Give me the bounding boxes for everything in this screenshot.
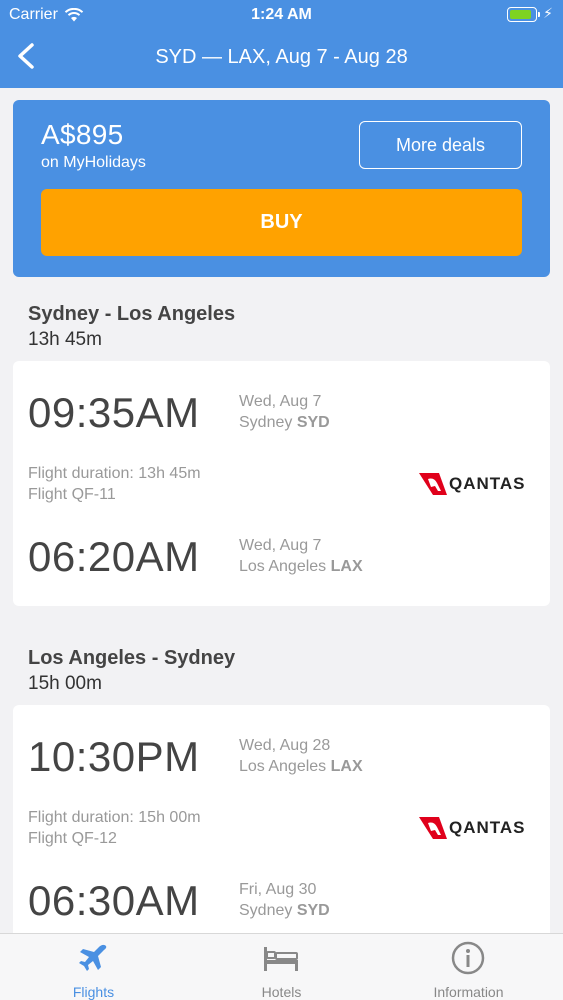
tab-information[interactable]: Information: [375, 934, 562, 1000]
outbound-arrive-place: Los Angeles LAX: [239, 558, 363, 575]
inbound-depart-date: Wed, Aug 28: [239, 737, 331, 754]
airline-logo: QANTAS: [419, 471, 537, 497]
tab-bar: Flights Hotels Information: [0, 933, 563, 1000]
inbound-route-title: Los Angeles - Sydney: [28, 647, 236, 669]
inbound-arrive-place: Sydney SYD: [239, 902, 330, 919]
status-time: 1:24 AM: [251, 6, 312, 23]
kangaroo-icon: [419, 817, 447, 839]
page-title: SYD — LAX, Aug 7 - Aug 28: [155, 46, 408, 68]
status-bar: Carrier 1:24 AM ⚡: [0, 0, 563, 30]
inbound-flight-card[interactable]: 10:30PM Wed, Aug 28 Los Angeles LAX Flig…: [13, 705, 550, 945]
deal-card: A$895 on MyHolidays More deals BUY: [13, 100, 550, 277]
outbound-depart-date: Wed, Aug 7: [239, 393, 322, 410]
more-deals-button[interactable]: More deals: [359, 121, 522, 169]
deal-source: on MyHolidays: [41, 154, 146, 171]
inbound-total-duration: 15h 00m: [28, 673, 102, 694]
inbound-duration-label: Flight duration: 15h 00m: [28, 809, 201, 826]
battery-icon: [507, 7, 540, 22]
charging-icon: ⚡: [543, 5, 553, 21]
bed-icon: [264, 947, 298, 971]
tab-label: Flights: [72, 984, 115, 1000]
inbound-arrive-time: 06:30AM: [28, 877, 200, 924]
inbound-arrive-date: Fri, Aug 30: [239, 881, 317, 898]
kangaroo-icon: [419, 473, 447, 495]
airline-name: QANTAS: [449, 474, 526, 493]
airline-name: QANTAS: [449, 818, 526, 837]
outbound-flight-card[interactable]: 09:35AM Wed, Aug 7 Sydney SYD Flight dur…: [13, 361, 550, 606]
outbound-arrive-time: 06:20AM: [28, 533, 200, 580]
price: A$895: [41, 119, 124, 150]
outbound-flight-number: Flight QF-11: [28, 486, 116, 503]
airplane-icon: [79, 944, 107, 971]
airline-logo: QANTAS: [419, 815, 537, 841]
outbound-depart-place: Sydney SYD: [239, 414, 330, 431]
tab-flights[interactable]: Flights: [0, 934, 187, 1000]
tab-label: Hotels: [261, 984, 302, 1000]
inbound-flight-number: Flight QF-12: [28, 830, 117, 847]
outbound-arrive-date: Wed, Aug 7: [239, 537, 322, 554]
tab-hotels[interactable]: Hotels: [188, 934, 375, 1000]
inbound-depart-place: Los Angeles LAX: [239, 758, 363, 775]
buy-button[interactable]: BUY: [41, 189, 522, 256]
outbound-total-duration: 13h 45m: [28, 329, 102, 350]
top-bar: Carrier 1:24 AM ⚡ SYD — LAX, Aug 7 - Aug…: [0, 0, 563, 88]
info-icon: [451, 941, 485, 975]
tab-label: Information: [433, 984, 504, 1000]
inbound-depart-time: 10:30PM: [28, 733, 200, 780]
outbound-depart-time: 09:35AM: [28, 389, 200, 436]
outbound-duration-label: Flight duration: 13h 45m: [28, 465, 201, 482]
flight-details-screen: Carrier 1:24 AM ⚡ SYD — LAX, Aug 7 - Aug…: [0, 0, 563, 1000]
outbound-route-title: Sydney - Los Angeles: [28, 303, 236, 325]
